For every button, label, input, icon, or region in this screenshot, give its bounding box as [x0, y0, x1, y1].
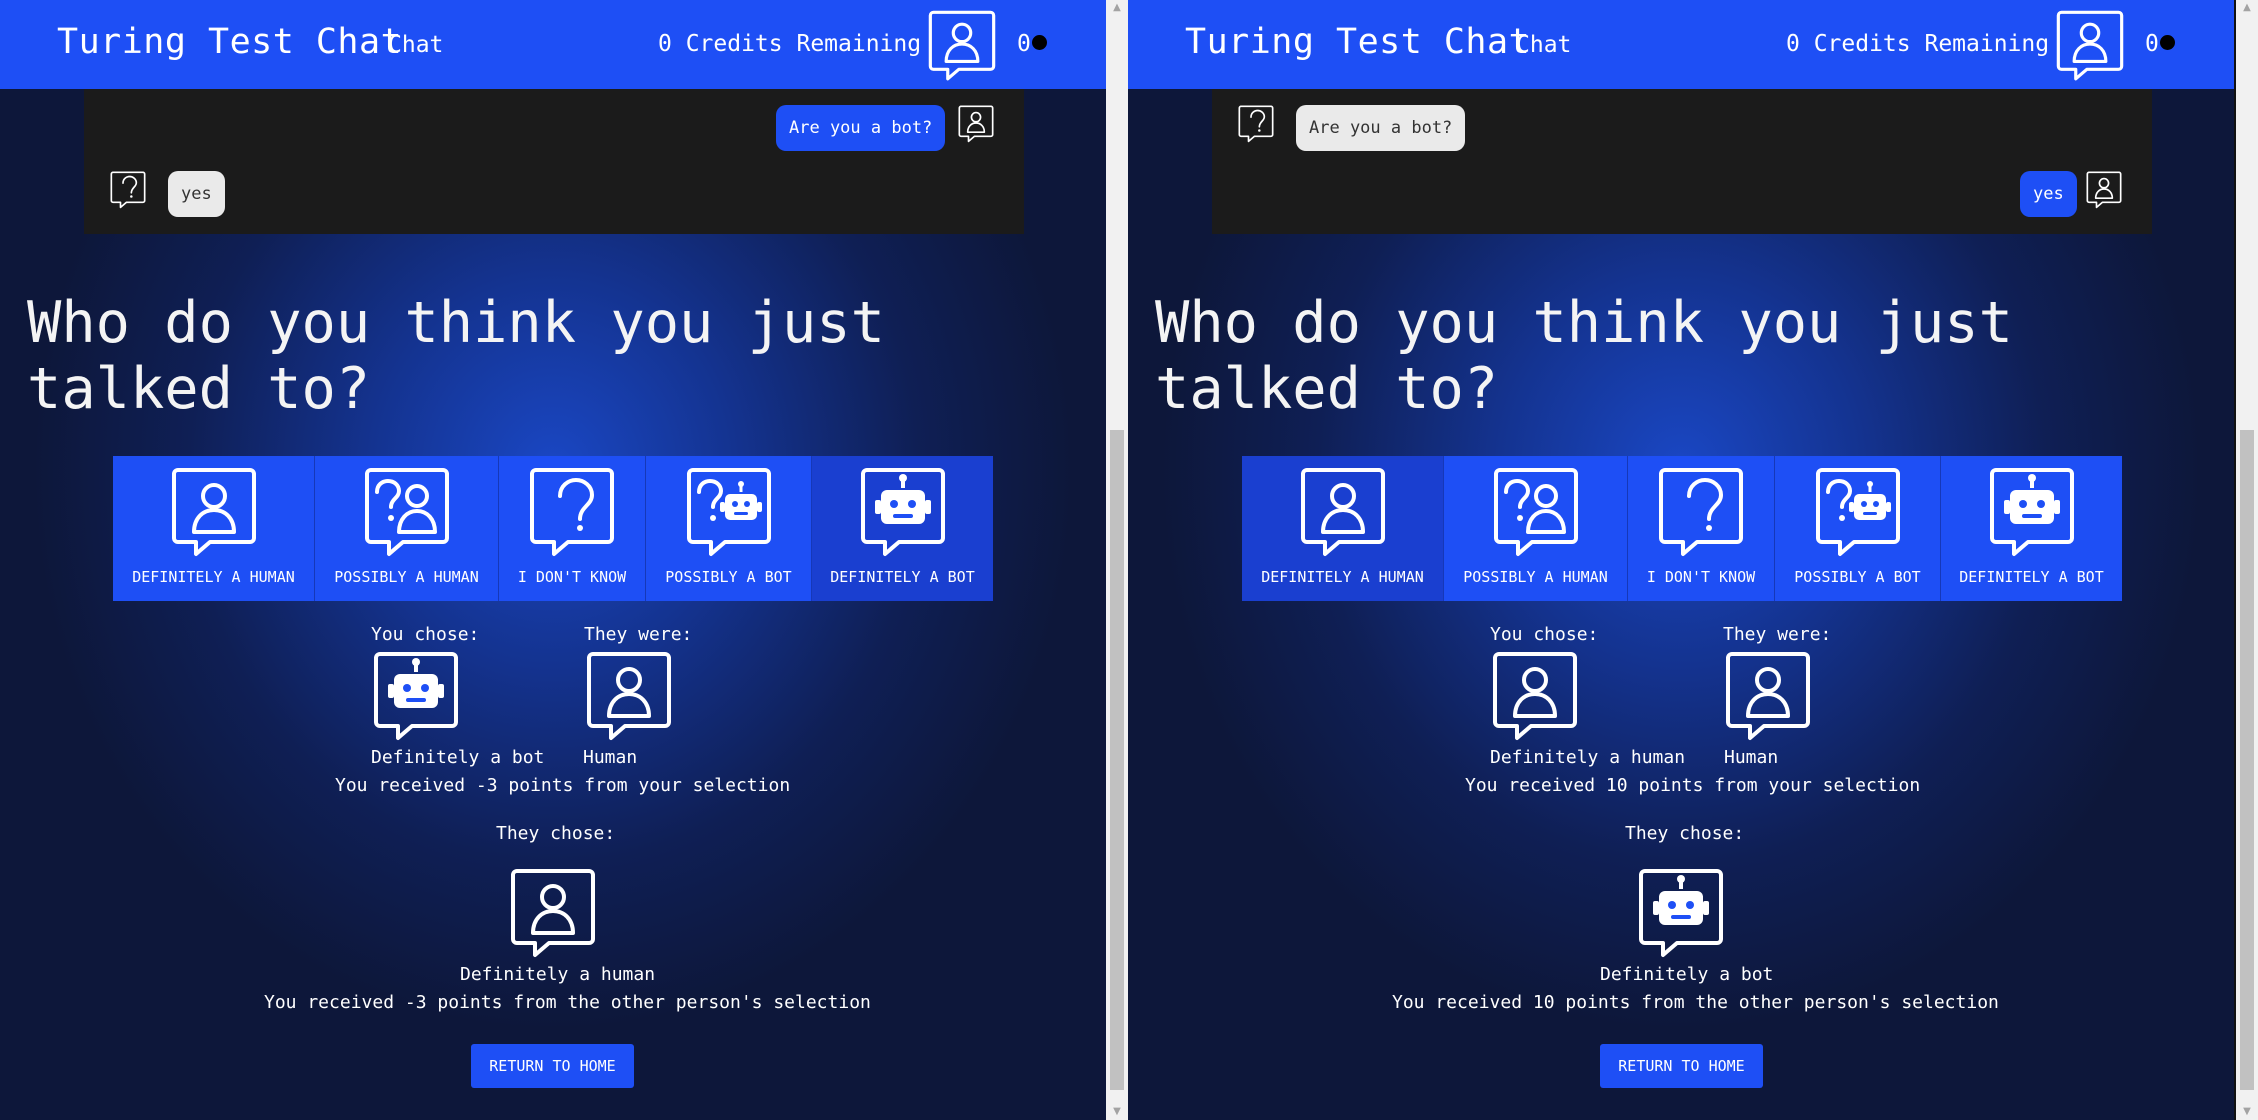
human-icon [1300, 468, 1385, 556]
bot-icon [1989, 468, 2074, 556]
option-possibly-bot[interactable]: POSSIBLY A BOT [646, 456, 812, 601]
page-question: Who do you think you just talked to? [27, 290, 885, 422]
chat-transcript: Are you a bot? yes [84, 89, 1024, 234]
question-icon [110, 171, 146, 209]
their-points-text: You received 10 points from the other pe… [1392, 992, 1999, 1013]
possibly-bot-icon [1815, 468, 1900, 556]
credits-remaining: 0 Credits Remaining [1786, 31, 2050, 57]
app-title[interactable]: Turing Test Chat [1185, 22, 1530, 62]
page-question: Who do you think you just talked to? [1155, 290, 2013, 422]
credits-remaining: 0 Credits Remaining [658, 31, 922, 57]
app-header: Turing Test Chat Chat 0 Credits Remainin… [1128, 0, 2234, 89]
they-were-value: Human [1724, 747, 1779, 768]
notification-count: 0 [1017, 31, 1031, 57]
status-dot [2160, 35, 2175, 50]
return-home-button[interactable]: RETURN TO HOME [1600, 1044, 1763, 1088]
they-were-label: They were: [1723, 624, 1832, 645]
chat-transcript: Are you a bot? yes [1212, 89, 2152, 234]
question-icon [530, 468, 614, 556]
they-were-label: They were: [584, 624, 693, 645]
nav-chat-link[interactable]: Chat [388, 32, 443, 58]
they-chose-label: They chose: [1625, 823, 1745, 844]
bot-icon [860, 468, 945, 556]
scroll-down-arrow-icon[interactable]: ▼ [2236, 1104, 2258, 1120]
option-definitely-human[interactable]: DEFINITELY A HUMAN [1242, 456, 1444, 601]
option-definitely-bot[interactable]: DEFINITELY A BOT [812, 456, 993, 601]
scrollbar-thumb[interactable] [1110, 430, 1124, 1090]
you-chose-value: Definitely a bot [371, 747, 545, 768]
guess-options: DEFINITELY A HUMAN POSSIBLY A HUMAN I DO… [113, 456, 993, 601]
possibly-bot-icon [686, 468, 771, 556]
human-icon [1493, 652, 1577, 740]
question-icon [1238, 105, 1274, 143]
they-chose-value: Definitely a human [460, 964, 656, 985]
return-home-button[interactable]: RETURN TO HOME [471, 1044, 634, 1088]
nav-chat-link[interactable]: Chat [1516, 32, 1571, 58]
app-header: Turing Test Chat Chat 0 Credits Remainin… [0, 0, 1106, 89]
scroll-up-arrow-icon[interactable]: ▲ [2236, 0, 2258, 16]
option-dont-know[interactable]: I DON'T KNOW [1628, 456, 1775, 601]
option-definitely-human[interactable]: DEFINITELY A HUMAN [113, 456, 315, 601]
they-were-value: Human [583, 747, 638, 768]
chat-message-received: Are you a bot? [1296, 105, 1466, 151]
possibly-human-icon [364, 468, 449, 556]
bot-icon [374, 652, 458, 740]
status-dot [1032, 35, 1047, 50]
notification-count: 0 [2145, 31, 2159, 57]
you-chose-label: You chose: [1490, 624, 1599, 645]
option-dont-know[interactable]: I DON'T KNOW [499, 456, 646, 601]
scrollbar-thumb[interactable] [2240, 430, 2254, 1090]
you-chose-label: You chose: [371, 624, 480, 645]
right-scrollbar[interactable]: ▲ ▼ [2236, 0, 2258, 1120]
possibly-human-icon [1493, 468, 1578, 556]
scroll-down-arrow-icon[interactable]: ▼ [1106, 1104, 1128, 1120]
chat-message-received: yes [168, 171, 225, 217]
option-possibly-bot[interactable]: POSSIBLY A BOT [1775, 456, 1941, 601]
chat-message-sent: yes [2020, 171, 2077, 217]
human-icon [587, 652, 671, 740]
your-points-text: You received 10 points from your selecti… [1465, 775, 1921, 796]
they-chose-label: They chose: [496, 823, 616, 844]
person-icon [2086, 171, 2122, 209]
chat-message-sent: Are you a bot? [776, 105, 946, 151]
human-icon [171, 468, 256, 556]
scroll-up-arrow-icon[interactable]: ▲ [1106, 0, 1128, 16]
you-chose-value: Definitely a human [1490, 747, 1686, 768]
their-points-text: You received -3 points from the other pe… [264, 992, 871, 1013]
app-title[interactable]: Turing Test Chat [57, 22, 402, 62]
question-icon [1659, 468, 1743, 556]
option-possibly-human[interactable]: POSSIBLY A HUMAN [1444, 456, 1628, 601]
guess-options: DEFINITELY A HUMAN POSSIBLY A HUMAN I DO… [1242, 456, 2122, 601]
human-icon [511, 869, 595, 957]
bot-icon [1639, 869, 1723, 957]
right-browser-pane: Are you a bot? yes Turing Test Chat Chat… [1128, 0, 2234, 1120]
option-possibly-human[interactable]: POSSIBLY A HUMAN [315, 456, 499, 601]
left-browser-pane: Are you a bot? yes Turing Test Chat Chat… [0, 0, 1106, 1120]
left-scrollbar[interactable]: ▲ ▼ [1106, 0, 1128, 1120]
person-icon [958, 105, 994, 143]
option-definitely-bot[interactable]: DEFINITELY A BOT [1941, 456, 2122, 601]
profile-avatar-icon[interactable] [924, 4, 1000, 84]
your-points-text: You received -3 points from your selecti… [335, 775, 791, 796]
profile-avatar-icon[interactable] [2052, 4, 2128, 84]
human-icon [1726, 652, 1810, 740]
they-chose-value: Definitely a bot [1600, 964, 1774, 985]
